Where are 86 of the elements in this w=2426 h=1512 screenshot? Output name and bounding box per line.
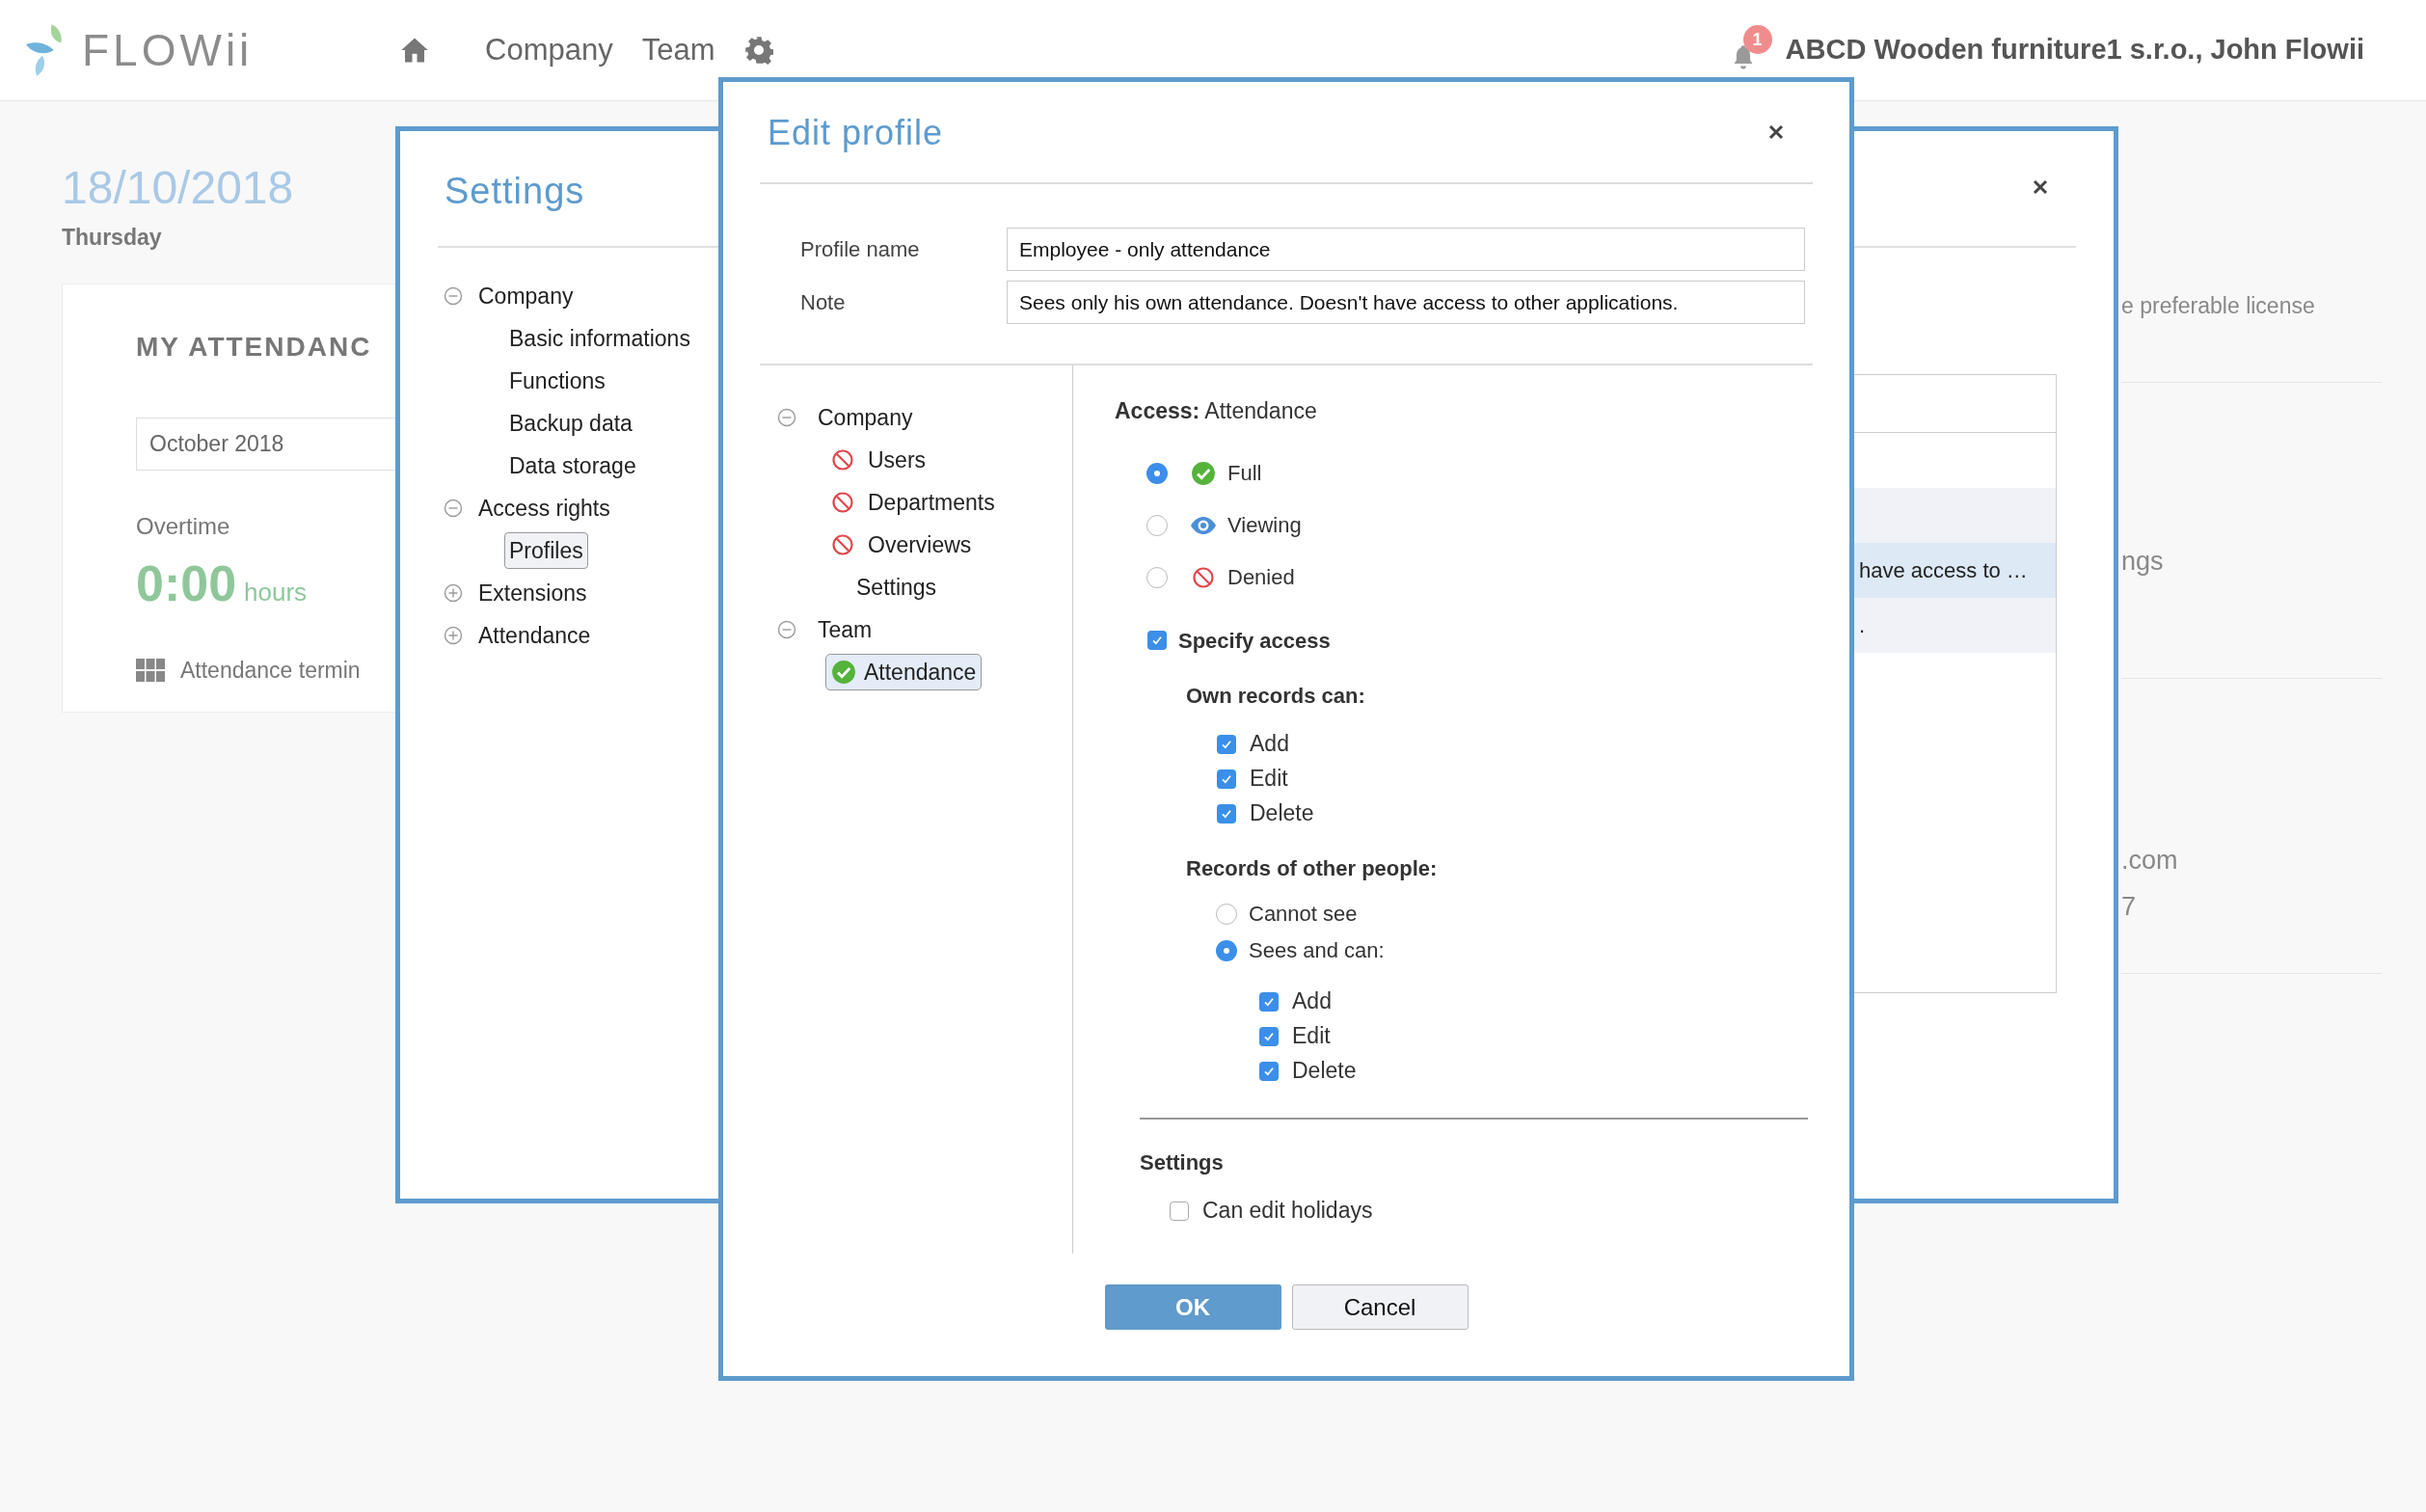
option-label: Full [1227, 460, 1262, 487]
radio-button[interactable] [1146, 462, 1168, 484]
tree-item[interactable]: Settings [856, 570, 937, 605]
tree-item[interactable]: Profiles [504, 531, 588, 570]
card-title: MY ATTENDANC [136, 330, 372, 364]
checkbox[interactable] [1259, 1026, 1279, 1046]
checkbox-label: Specify access [1178, 627, 1331, 655]
grid-icon[interactable] [136, 658, 165, 682]
denied-icon [831, 533, 854, 556]
tree-item[interactable]: Departments [868, 485, 995, 520]
collapse-icon[interactable] [444, 286, 463, 306]
tree-item[interactable]: Access rights [478, 491, 610, 526]
radio-button[interactable] [1146, 566, 1168, 588]
checkbox-label: Delete [1292, 1057, 1357, 1086]
radio-button[interactable] [1146, 514, 1168, 536]
denied-icon [831, 491, 854, 514]
tree-item[interactable]: Attendance [478, 618, 591, 653]
nav-link[interactable]: Team [641, 27, 715, 73]
denied-icon [1192, 565, 1215, 589]
option-label: Sees and can: [1249, 937, 1385, 964]
collapse-icon[interactable] [777, 620, 796, 639]
checkbox-label: Edit [1292, 1022, 1331, 1051]
date-heading: 18/10/2018 [62, 161, 294, 215]
weekday-label: Thursday [62, 224, 162, 252]
checkbox-label: Can edit holidays [1202, 1197, 1373, 1226]
dialog-title: Edit profile [768, 112, 944, 154]
fragment-text: 7 [2121, 891, 2138, 923]
radio-button[interactable] [1216, 903, 1237, 925]
checkbox[interactable] [1217, 803, 1236, 824]
denied-icon [831, 448, 854, 472]
table-cell-text: . [1859, 612, 1866, 639]
notification-badge: 1 [1742, 25, 1772, 54]
eye-icon [1190, 515, 1217, 535]
overtime-value: 0:00 [136, 554, 237, 613]
terminal-link[interactable]: Attendance termin [180, 653, 361, 687]
collapse-icon[interactable] [777, 408, 796, 427]
checkbox-label: Delete [1250, 799, 1314, 828]
dialog-title: Settings [445, 170, 585, 213]
home-icon[interactable] [400, 37, 429, 64]
checkbox-label: Add [1250, 730, 1289, 759]
section-heading: Records of other people: [1186, 854, 1438, 882]
section-heading: Settings [1140, 1148, 1224, 1176]
fragment-text: ngs [2121, 546, 2165, 578]
section-heading: Own records can: [1186, 682, 1365, 710]
checkbox[interactable] [1170, 1201, 1189, 1221]
tree-item[interactable]: Team [818, 612, 873, 647]
expand-icon[interactable] [444, 626, 463, 645]
checkbox-label: Edit [1250, 765, 1288, 794]
close-icon [1766, 122, 1786, 142]
expand-icon[interactable] [444, 583, 463, 603]
user-name[interactable]: ABCD Wooden furniture1 s.r.o., John Flowii [1785, 29, 2364, 71]
check-circle-icon [1191, 460, 1216, 486]
checkbox[interactable] [1217, 734, 1236, 754]
checkbox-label: Add [1292, 987, 1332, 1016]
tree-item[interactable]: Company [478, 279, 574, 313]
checkbox[interactable] [1147, 631, 1167, 650]
checkbox[interactable] [1259, 991, 1279, 1012]
field-label: Profile name [800, 236, 921, 263]
collapse-icon[interactable] [444, 499, 463, 518]
overtime-label: Overtime [136, 511, 230, 541]
tree-item[interactable]: Attendance [825, 653, 983, 691]
field-label: Note [800, 289, 847, 316]
tree-item[interactable]: Users [868, 443, 927, 477]
tree-item[interactable]: Basic informations [509, 321, 690, 356]
radio-button[interactable] [1216, 939, 1237, 961]
tree-item[interactable]: Overviews [868, 527, 972, 562]
overtime-unit: hours [244, 576, 308, 608]
table-cell-text: have access to … [1859, 557, 2028, 584]
cancel-button[interactable]: Cancel [1291, 1284, 1469, 1330]
checkbox[interactable] [1217, 769, 1236, 789]
option-label: Viewing [1227, 512, 1302, 539]
checkbox[interactable] [1259, 1061, 1279, 1081]
tree-item[interactable]: Company [818, 400, 913, 435]
fragment-text: e preferable license [2121, 292, 2316, 320]
option-label: Cannot see [1249, 901, 1358, 928]
input-field[interactable]: Sees only his own attendance. Doesn't have access to other applications. [1007, 281, 1805, 324]
tree-item[interactable]: Extensions [478, 576, 587, 610]
close-icon [2031, 177, 2050, 197]
option-label: Denied [1227, 564, 1295, 591]
fragment-text: .com [2121, 844, 2179, 877]
check-circle-icon [831, 660, 856, 685]
tree-item[interactable]: Functions [509, 364, 606, 398]
nav-link[interactable]: Company [485, 27, 613, 73]
access-heading: Access: Attendance [1115, 397, 1317, 425]
input-field[interactable]: Employee - only attendance [1007, 228, 1805, 271]
settings-icon[interactable] [743, 36, 773, 65]
